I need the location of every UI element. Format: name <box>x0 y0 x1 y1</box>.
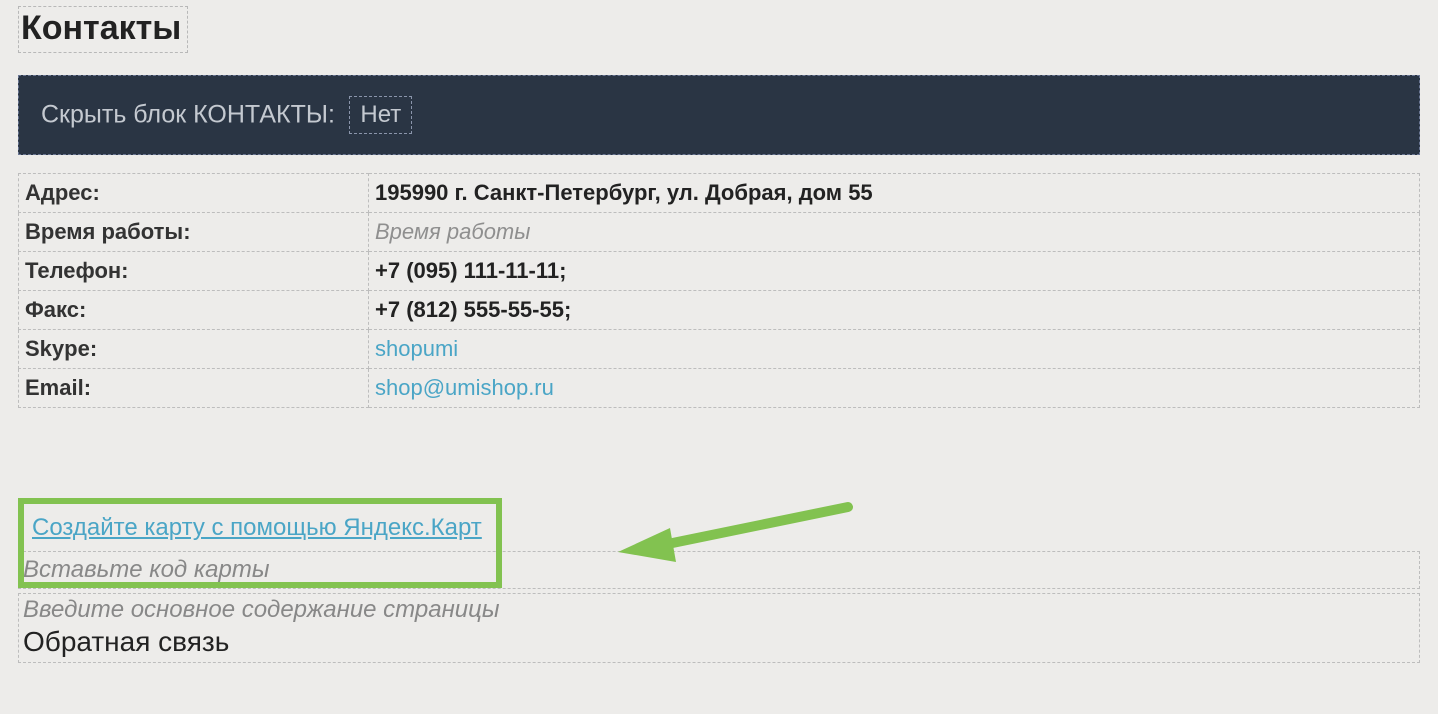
hours-placeholder: Время работы <box>375 219 530 244</box>
contacts-table: Адрес: 195990 г. Санкт-Петербург, ул. До… <box>18 173 1420 408</box>
table-row: Время работы: Время работы <box>19 213 1420 252</box>
hide-contacts-toggle[interactable]: Нет <box>349 96 412 134</box>
hide-contacts-label: Скрыть блок КОНТАКТЫ: <box>41 101 335 129</box>
field-value-phone[interactable]: +7 (095) 111-11-11; <box>369 252 1420 291</box>
field-label-fax: Факс: <box>19 291 369 330</box>
field-label-phone: Телефон: <box>19 252 369 291</box>
email-link[interactable]: shop@umishop.ru <box>375 375 554 400</box>
field-label-email: Email: <box>19 369 369 408</box>
table-row: Skype: shopumi <box>19 330 1420 369</box>
content-placeholder: Введите основное содержание страницы <box>23 596 1415 624</box>
skype-link[interactable]: shopumi <box>375 336 458 361</box>
table-row: Адрес: 195990 г. Санкт-Петербург, ул. До… <box>19 174 1420 213</box>
page-title[interactable]: Контакты <box>18 6 188 53</box>
field-value-address[interactable]: 195990 г. Санкт-Петербург, ул. Добрая, д… <box>369 174 1420 213</box>
field-value-skype[interactable]: shopumi <box>369 330 1420 369</box>
field-label-address: Адрес: <box>19 174 369 213</box>
field-value-fax[interactable]: +7 (812) 555-55-55; <box>369 291 1420 330</box>
table-row: Телефон: +7 (095) 111-11-11; <box>19 252 1420 291</box>
map-link-highlight: Создайте карту с помощью Яндекс.Карт <box>18 498 502 588</box>
field-label-skype: Skype: <box>19 330 369 369</box>
field-value-hours[interactable]: Время работы <box>369 213 1420 252</box>
hide-contacts-bar: Скрыть блок КОНТАКТЫ: Нет <box>18 75 1420 155</box>
feedback-heading: Обратная связь <box>23 626 1415 658</box>
table-row: Факс: +7 (812) 555-55-55; <box>19 291 1420 330</box>
page-content-field[interactable]: Введите основное содержание страницы Обр… <box>18 593 1420 663</box>
arrow-icon <box>598 492 858 582</box>
field-value-email[interactable]: shop@umishop.ru <box>369 369 1420 408</box>
create-yandex-map-link[interactable]: Создайте карту с помощью Яндекс.Карт <box>32 514 482 541</box>
table-row: Email: shop@umishop.ru <box>19 369 1420 408</box>
field-label-hours: Время работы: <box>19 213 369 252</box>
